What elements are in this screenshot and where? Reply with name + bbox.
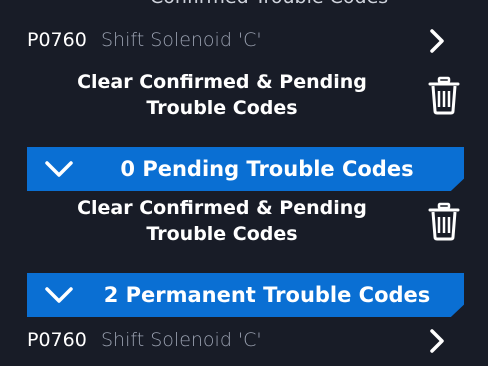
section-title: 0 Pending Trouble Codes bbox=[120, 157, 414, 181]
permanent-section-header[interactable]: 2 Permanent Trouble Codes bbox=[27, 273, 464, 317]
chevron-right-icon[interactable] bbox=[424, 328, 450, 354]
chevron-down-icon[interactable] bbox=[44, 284, 74, 306]
clear-codes-label-line2: Trouble Codes bbox=[146, 97, 298, 119]
trouble-code: P0760 bbox=[27, 329, 87, 351]
clear-codes-label-line2: Trouble Codes bbox=[146, 223, 298, 245]
section-title: 2 Permanent Trouble Codes bbox=[103, 283, 431, 307]
clear-codes-action[interactable]: Clear Confirmed & Pending Trouble Codes bbox=[0, 69, 488, 131]
trouble-code: P0760 bbox=[27, 29, 87, 51]
clear-codes-label-line1: Clear Confirmed & Pending bbox=[77, 71, 367, 93]
trouble-code-description: Shift Solenoid 'C' bbox=[101, 329, 262, 351]
trouble-codes-screen: Confirmed Trouble Codes P0760 Shift Sole… bbox=[0, 0, 488, 366]
clear-codes-action[interactable]: Clear Confirmed & Pending Trouble Codes bbox=[0, 195, 488, 257]
clear-codes-label: Clear Confirmed & Pending Trouble Codes bbox=[72, 195, 372, 247]
chevron-down-icon[interactable] bbox=[44, 158, 74, 180]
clear-codes-label: Clear Confirmed & Pending Trouble Codes bbox=[72, 69, 372, 121]
trouble-code-row[interactable]: P0760 Shift Solenoid 'C' bbox=[0, 22, 488, 62]
cut-off-text: Confirmed Trouble Codes bbox=[150, 0, 388, 8]
pending-section-header[interactable]: 0 Pending Trouble Codes bbox=[27, 147, 464, 191]
trash-icon[interactable] bbox=[428, 201, 460, 241]
trash-icon[interactable] bbox=[428, 75, 460, 115]
trouble-code-row[interactable]: P0760 Shift Solenoid 'C' bbox=[0, 322, 488, 362]
clear-codes-label-line1: Clear Confirmed & Pending bbox=[77, 197, 367, 219]
chevron-right-icon[interactable] bbox=[424, 28, 450, 54]
trouble-code-description: Shift Solenoid 'C' bbox=[101, 29, 262, 51]
